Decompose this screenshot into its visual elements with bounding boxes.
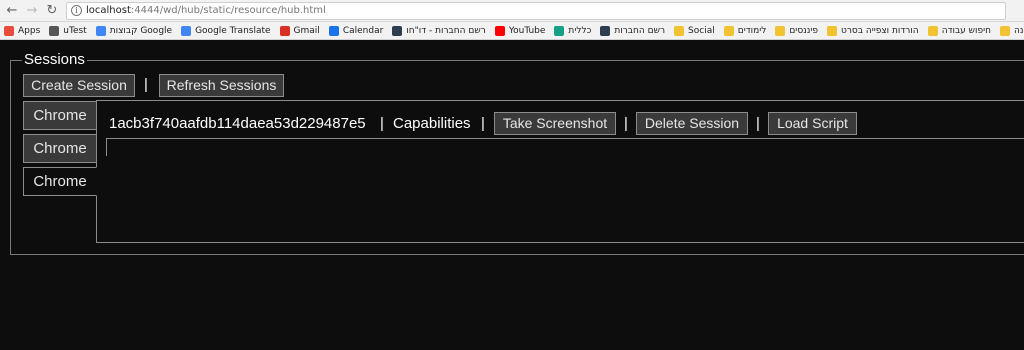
bookmark-item[interactable]: לימודים bbox=[720, 22, 772, 39]
session-tab-chrome-2[interactable]: Chrome bbox=[23, 134, 97, 163]
bookmark-label: Google Translate bbox=[195, 25, 271, 36]
bookmark-item[interactable]: Social bbox=[670, 22, 720, 39]
detail-separator: | bbox=[380, 115, 384, 132]
load-script-button[interactable]: Load Script bbox=[768, 112, 857, 135]
delete-session-button[interactable]: Delete Session bbox=[636, 112, 748, 135]
gmail-icon bbox=[279, 25, 290, 36]
url-path: :4444/wd/hub/static/resource/hub.html bbox=[130, 5, 326, 16]
bookmark-item[interactable]: הורדות וצפייה בסרט bbox=[823, 22, 924, 39]
capabilities-output bbox=[106, 138, 1024, 156]
bookmark-item[interactable]: פיננסים bbox=[771, 22, 823, 39]
reload-icon[interactable]: ↻ bbox=[44, 3, 60, 19]
folder-icon bbox=[1000, 25, 1010, 36]
registry-icon bbox=[600, 25, 611, 36]
browser-toolbar: ← → ↻ i localhost:4444/wd/hub/static/res… bbox=[0, 0, 1024, 22]
create-session-button[interactable]: Create Session bbox=[23, 74, 135, 97]
hub-app: Sessions Create Session | Refresh Sessio… bbox=[0, 40, 1024, 350]
session-tab-chrome-1[interactable]: Chrome bbox=[23, 101, 97, 130]
bookmark-label: פיננסים bbox=[789, 25, 818, 36]
bookmark-label: לימודים bbox=[737, 25, 767, 36]
capabilities-link[interactable]: Capabilities bbox=[393, 115, 471, 132]
bookmark-label: רשם החברות - דו"חו bbox=[406, 25, 486, 36]
bookmark-item[interactable]: חתונה bbox=[996, 22, 1024, 39]
bookmark-item[interactable]: כללית bbox=[550, 22, 596, 39]
bookmark-label: YouTube bbox=[508, 25, 546, 36]
detail-separator: | bbox=[624, 115, 628, 132]
bookmark-label: חיפוש עבודה bbox=[941, 25, 991, 36]
bookmark-label: Apps bbox=[18, 25, 41, 36]
bookmark-item[interactable]: רשם החברות bbox=[596, 22, 670, 39]
bookmark-item[interactable]: חיפוש עבודה bbox=[924, 22, 996, 39]
detail-separator: | bbox=[756, 115, 760, 132]
clalit-icon bbox=[554, 25, 565, 36]
folder-icon bbox=[723, 25, 734, 36]
bookmark-label: חתונה bbox=[1014, 25, 1024, 36]
bookmark-item[interactable]: Gmail bbox=[276, 22, 325, 39]
address-bar[interactable]: i localhost:4444/wd/hub/static/resource/… bbox=[66, 1, 1006, 20]
bookmark-label: Social bbox=[688, 25, 715, 36]
apps-grid-icon bbox=[4, 25, 14, 36]
session-tab-chrome-3[interactable]: Chrome bbox=[23, 167, 97, 196]
detail-separator: | bbox=[481, 115, 485, 132]
translate-icon bbox=[181, 25, 192, 36]
session-id: 1acb3f740aafdb114daea53d229487e5 bbox=[109, 115, 366, 132]
youtube-icon bbox=[494, 25, 505, 36]
forward-arrow-icon[interactable]: → bbox=[24, 3, 40, 19]
bookmark-item[interactable]: Calendar bbox=[325, 22, 388, 39]
refresh-sessions-button[interactable]: Refresh Sessions bbox=[159, 74, 284, 97]
folder-icon bbox=[927, 25, 938, 36]
sessions-legend: Sessions bbox=[22, 51, 87, 68]
url-host: localhost bbox=[86, 5, 131, 16]
bookmark-item[interactable]: uTest bbox=[45, 22, 91, 39]
bookmark-label: כללית bbox=[568, 25, 592, 36]
utest-icon bbox=[49, 25, 60, 36]
toolbar-separator: | bbox=[144, 76, 148, 93]
bookmark-item[interactable]: Google Translate bbox=[177, 22, 275, 39]
folder-icon bbox=[827, 25, 837, 36]
bookmark-label: רשם החברות bbox=[614, 25, 666, 36]
bookmark-item[interactable]: קבוצות Google bbox=[92, 22, 177, 39]
bookmarks-bar: Apps uTest קבוצות Google Google Translate Gm… bbox=[0, 22, 1024, 40]
info-icon[interactable]: i bbox=[71, 5, 82, 16]
folder-icon bbox=[775, 25, 786, 36]
take-screenshot-button[interactable]: Take Screenshot bbox=[494, 112, 616, 135]
bookmark-label: הורדות וצפייה בסרט bbox=[841, 25, 919, 36]
bookmark-label: uTest bbox=[63, 25, 87, 36]
bookmark-label: Gmail bbox=[293, 25, 320, 36]
back-arrow-icon[interactable]: ← bbox=[4, 3, 20, 19]
calendar-icon bbox=[328, 25, 339, 36]
google-icon bbox=[95, 25, 106, 36]
bookmark-label: Calendar bbox=[342, 25, 384, 36]
bookmark-item[interactable]: YouTube bbox=[491, 22, 551, 39]
bookmark-item[interactable]: Apps bbox=[0, 22, 45, 39]
bookmark-label: קבוצות Google bbox=[109, 25, 173, 36]
registry-icon bbox=[392, 25, 403, 36]
bookmark-item[interactable]: רשם החברות - דו"חו bbox=[388, 22, 491, 39]
folder-icon bbox=[674, 25, 685, 36]
